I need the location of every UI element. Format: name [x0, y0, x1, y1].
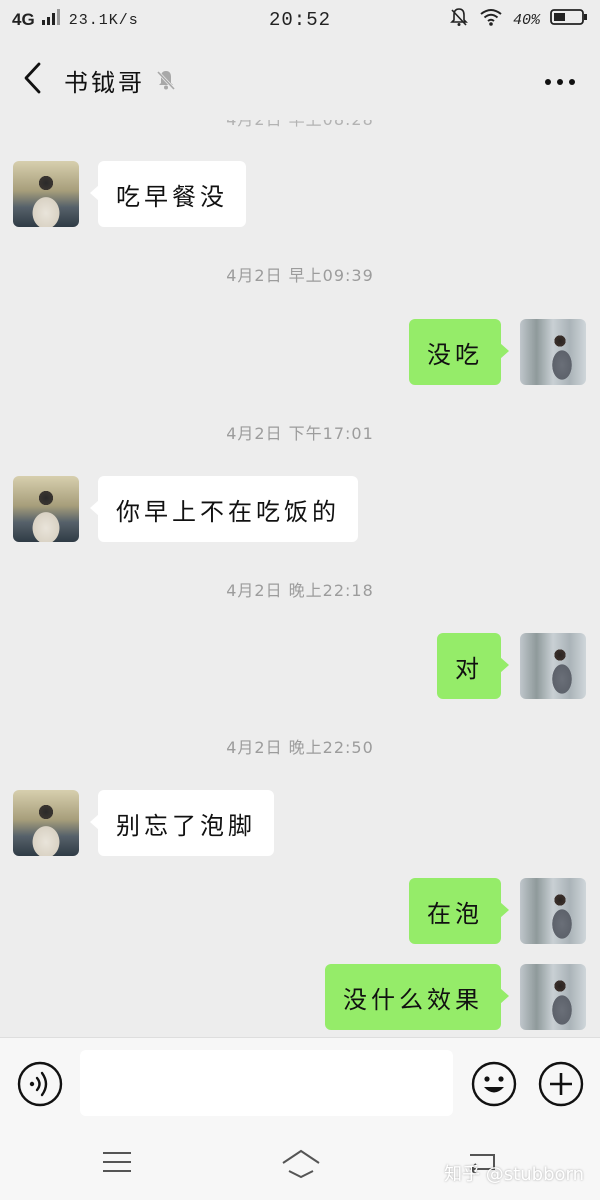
back-button[interactable] — [0, 40, 64, 120]
emoji-button[interactable] — [470, 1060, 518, 1112]
system-nav-bar: 知乎 @stubborn — [0, 1129, 600, 1200]
chat-title: 书钺哥 — [64, 68, 145, 97]
muted-bell-icon — [155, 69, 177, 91]
more-options-icon — [544, 71, 576, 90]
friend-avatar[interactable] — [13, 476, 79, 542]
my-message-bubble[interactable]: 没吃 — [409, 319, 509, 385]
friend-message-bubble[interactable]: 吃早餐没 — [90, 161, 246, 227]
battery-icon — [550, 8, 588, 32]
my-message-bubble[interactable]: 对 — [437, 633, 509, 699]
my-avatar[interactable] — [520, 319, 586, 385]
more-options-button[interactable] — [544, 40, 576, 120]
wifi-icon — [479, 8, 503, 32]
back-arrow-icon — [21, 61, 43, 99]
emoji-icon — [470, 1061, 518, 1112]
network-type: 4G — [12, 10, 35, 29]
status-right: 40% — [449, 7, 588, 33]
status-left: 4G 23.1K/s — [12, 8, 139, 32]
timestamp: 4月2日 晚上22:18 — [226, 581, 374, 600]
battery-percentage: 40% — [512, 11, 540, 29]
menu-button[interactable] — [100, 1147, 134, 1181]
timestamp: 4月2日 早上08:28 — [0, 120, 600, 130]
plus-icon — [537, 1061, 585, 1112]
home-button[interactable] — [280, 1147, 322, 1185]
status-bar: 4G 23.1K/s 20:52 40% — [0, 0, 600, 40]
friend-message-bubble[interactable]: 你早上不在吃饭的 — [90, 476, 358, 542]
timestamp: 4月2日 早上09:39 — [226, 266, 374, 285]
my-message-bubble[interactable]: 没什么效果 — [325, 964, 509, 1030]
my-message-bubble[interactable]: 在泡 — [409, 878, 509, 944]
friend-avatar[interactable] — [13, 790, 79, 856]
chat-header: 书钺哥 — [0, 40, 600, 120]
timestamp: 4月2日 晚上22:50 — [226, 738, 374, 757]
watermark: 知乎 @stubborn — [444, 1164, 584, 1185]
mute-notification-icon — [449, 7, 469, 33]
my-avatar[interactable] — [520, 964, 586, 1030]
chat-history[interactable]: 4月2日 早上08:28 吃早餐没 4月2日 早上09:39 没吃 4月2日 下… — [0, 120, 600, 1037]
voice-button[interactable] — [16, 1060, 64, 1112]
friend-message-bubble[interactable]: 别忘了泡脚 — [90, 790, 274, 856]
timestamp: 4月2日 下午17:01 — [226, 424, 374, 443]
my-avatar[interactable] — [520, 878, 586, 944]
home-icon — [280, 1149, 322, 1185]
voice-icon — [16, 1061, 64, 1112]
signal-icon — [41, 8, 63, 32]
network-speed: 23.1K/s — [68, 11, 139, 29]
input-bar — [0, 1037, 600, 1129]
menu-icon — [100, 1152, 134, 1181]
message-input[interactable] — [80, 1050, 453, 1116]
my-avatar[interactable] — [520, 633, 586, 699]
friend-avatar[interactable] — [13, 161, 79, 227]
more-functions-button[interactable] — [537, 1060, 585, 1112]
